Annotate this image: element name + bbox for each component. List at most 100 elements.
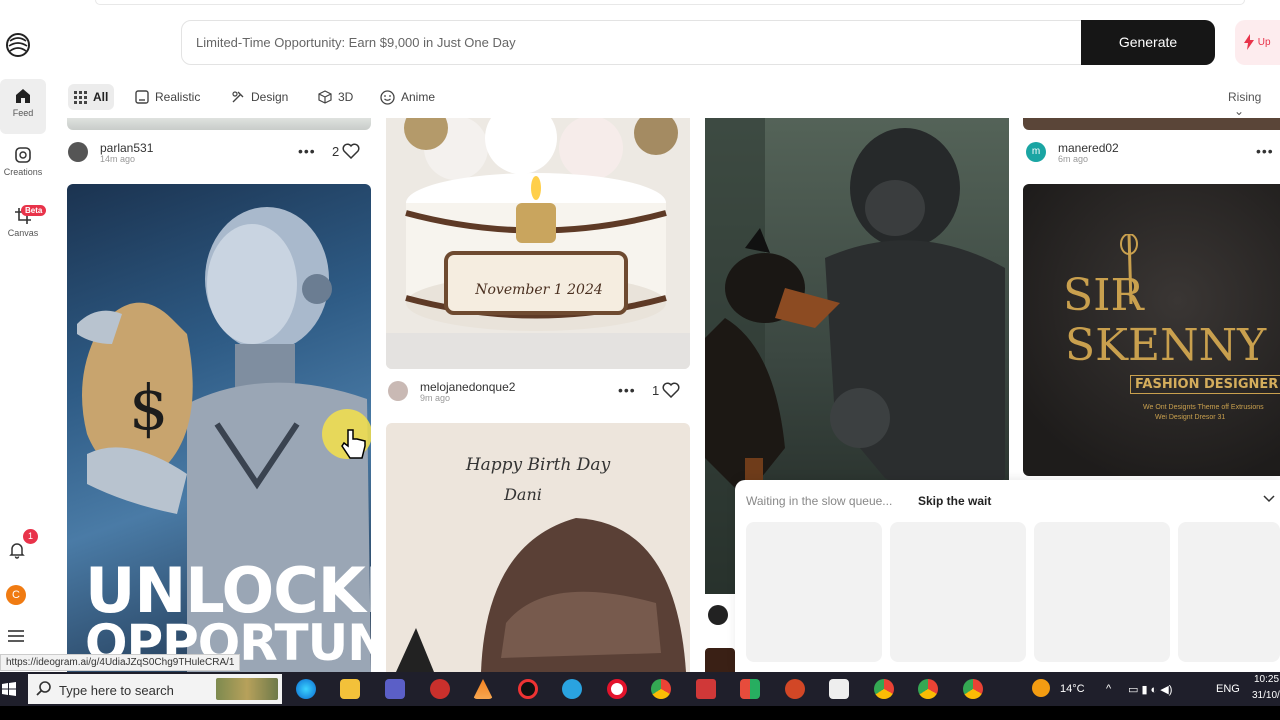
recorder-icon[interactable] [430,679,450,699]
tab-all[interactable]: All [68,84,115,110]
more-options-icon[interactable]: ••• [618,382,636,398]
feed-image-partial[interactable] [1023,118,1280,130]
ideogram-logo-icon[interactable] [4,31,32,59]
menu-icon[interactable] [7,628,25,644]
queue-slot [890,522,1026,662]
creations-icon [15,147,31,163]
queue-slot [1178,522,1280,662]
temperature[interactable]: 14°C [1060,683,1085,695]
file-explorer-icon[interactable] [340,679,360,699]
capcut-icon[interactable] [829,679,849,699]
feed-image-robot[interactable]: $ UNLOCKING OPPORTUNITIES [67,184,371,672]
tab-anime[interactable]: Anime [374,84,441,110]
clock-date[interactable]: 31/10/ [1252,690,1280,701]
logo-subtitle: FASHION DESIGNER [1130,375,1280,394]
input-language[interactable]: ENG [1216,683,1240,695]
avatar[interactable] [708,605,728,625]
clock-time[interactable]: 10:25 [1254,674,1279,685]
sidebar-item-label: Canvas [7,228,39,238]
app-grid-icon[interactable] [740,679,760,699]
skip-wait-link[interactable]: Skip the wait [918,494,991,508]
feed-image-cake[interactable]: November 1 2024 [386,118,690,369]
avatar[interactable] [68,142,88,162]
chevron-down-icon[interactable] [1263,492,1275,504]
search-placeholder: Type here to search [59,683,174,698]
chevron-down-icon: ⌄ [1234,104,1245,118]
feed-image-partial[interactable] [705,648,735,672]
username[interactable]: manered02 [1058,141,1119,155]
feed-image-fashion-logo[interactable]: SIR SKENNY FASHION DESIGNER We Ont Desig… [1023,184,1280,476]
windows-taskbar: Type here to search 14°C ^ ▭ ▮ ◐ ◀) ENG … [0,672,1280,706]
camera-icon [135,90,149,104]
sidebar-item-creations[interactable]: Creations [0,146,46,188]
home-icon [16,89,30,103]
more-options-icon[interactable]: ••• [1256,143,1274,159]
tray-icons[interactable]: ▭ ▮ ◐ ◀) [1128,683,1172,696]
prompt-input[interactable]: Limited-Time Opportunity: Earn $9,000 in… [181,20,1215,65]
tab-3d[interactable]: 3D [312,84,359,110]
chrome-profile-icon[interactable] [918,679,938,699]
like-button[interactable]: 2 [332,143,360,159]
chrome-profile-icon[interactable] [963,679,983,699]
chevron-up-icon[interactable]: ^ [1106,683,1111,695]
like-count: 1 [652,382,660,398]
post-time: 14m ago [100,154,136,164]
app-icon[interactable] [696,679,716,699]
tab-design[interactable]: Design [225,84,294,110]
bell-icon [9,543,25,559]
top-scroll-edge [95,0,1245,5]
tab-label: 3D [338,90,354,104]
lightning-icon [1244,34,1254,51]
post-time: 6m ago [1058,154,1089,164]
link-preview-url: https://ideogram.ai/g/4UdiaJZqS0Chg9THul… [0,654,241,671]
sort-label: Rising [1228,90,1262,104]
queue-status: Waiting in the slow queue... [746,494,893,508]
notifications-button[interactable]: 1 [6,529,38,562]
like-button[interactable]: 1 [652,382,680,398]
feed-image-partial[interactable] [67,118,371,130]
card-meta: m manered02 6m ago ••• [1026,140,1280,170]
needle-thread-icon [1120,234,1138,304]
prompt-text[interactable]: Limited-Time Opportunity: Earn $9,000 in… [196,35,516,50]
vlc-icon[interactable] [473,679,493,699]
cube-icon [318,90,332,104]
queue-slot [1034,522,1170,662]
tab-realistic[interactable]: Realistic [129,84,206,110]
chrome-icon[interactable] [651,679,671,699]
more-options-icon[interactable]: ••• [298,143,316,159]
logo-tagline: We Ont Designts Theme off Extrusions [1143,404,1264,411]
telegram-icon[interactable] [562,679,582,699]
queue-slot [746,522,882,662]
logo-tagline-2: Wei Designt Dresor 31 [1155,414,1226,421]
generate-button[interactable]: Generate [1081,20,1215,65]
upgrade-button[interactable]: Up [1235,20,1280,65]
tab-label: Realistic [155,90,201,104]
opera-icon[interactable] [607,679,627,699]
feed-image-birthday[interactable]: Happy Birth Day Dani [386,423,690,672]
logo-text-skenny: SKENNY [1065,320,1267,371]
sidebar-item-feed[interactable]: Feed [0,79,46,134]
windows-start-icon[interactable] [2,682,16,696]
powerpoint-icon[interactable] [785,679,805,699]
chrome-profile-icon[interactable] [874,679,894,699]
user-avatar[interactable]: C [6,585,26,605]
hand-cursor-icon [341,429,366,459]
beta-badge: Beta [21,205,47,216]
avatar[interactable]: m [1026,142,1046,162]
sort-dropdown[interactable]: Rising ⌄ [1228,90,1280,118]
teams-icon[interactable] [385,679,405,699]
like-count: 2 [332,143,340,159]
avatar[interactable] [388,381,408,401]
grid-icon [74,90,87,104]
edge-browser-icon[interactable] [296,679,316,699]
upgrade-label: Up [1257,37,1271,48]
notification-count-badge: 1 [23,529,38,544]
weather-icon[interactable] [1032,679,1050,697]
sidebar-item-canvas[interactable]: Beta Canvas [0,205,47,249]
sidebar-item-label: Feed [12,108,34,118]
card-meta: melojanedonque2 9m ago ••• 1 [388,379,692,409]
record-icon[interactable] [518,679,538,699]
username[interactable]: parlan531 [100,141,153,155]
username[interactable]: melojanedonque2 [420,380,515,394]
taskbar-search-box[interactable]: Type here to search [28,674,282,704]
